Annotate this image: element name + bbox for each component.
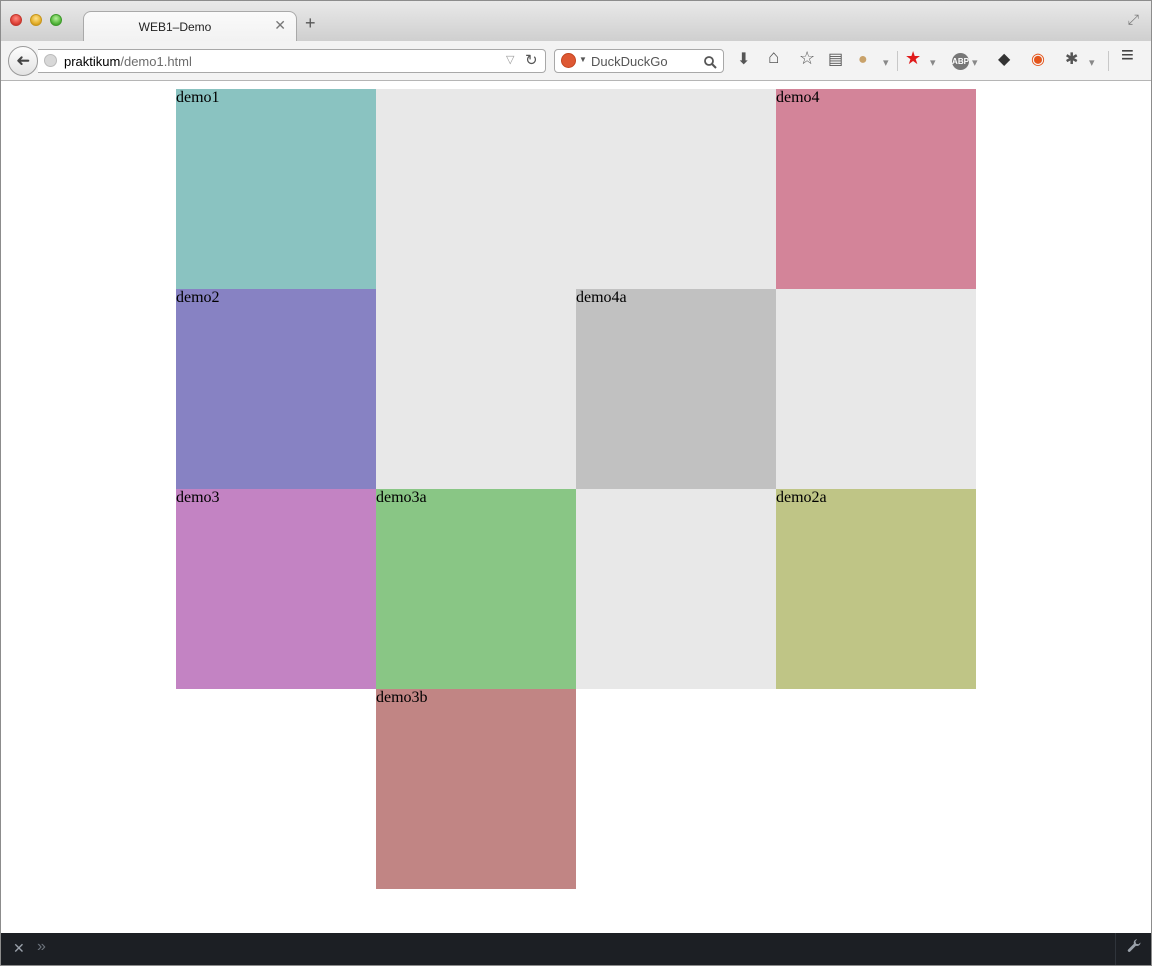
adblock-dropdown-icon[interactable]: ▾ [972,55,978,71]
reload-icon[interactable]: ↻ [525,51,538,69]
demo3-box: demo3 [176,489,376,689]
download-icon[interactable]: ⬇ [737,52,750,68]
developer-toolbar: ✕ » [1,933,1151,965]
tab-web1-demo[interactable]: WEB1–Demo ✕ [83,11,297,41]
search-magnifier-icon[interactable] [704,52,717,72]
url-bar[interactable]: praktikum/demo1.html ▽ ↻ [38,49,546,73]
greasemonkey-icon[interactable]: ● [858,52,868,68]
demo2a-box: demo2a [776,489,976,689]
new-tab-button[interactable]: + [305,14,316,32]
demo1-label: demo1 [176,89,220,106]
close-window-button[interactable] [10,14,22,26]
privacy-badger-icon[interactable]: ◉ [1031,52,1045,68]
tab-title: WEB1–Demo [138,20,212,34]
devbar-prompt-chevron-icon[interactable]: » [37,938,46,956]
toolbar-divider [897,51,898,71]
firebug-icon[interactable]: ✱ [1065,52,1078,68]
zoom-window-button[interactable] [50,14,62,26]
demo4-label: demo4 [776,89,820,106]
bookmark-star-icon[interactable]: ☆ [799,49,815,67]
site-identity-icon[interactable] [44,54,57,67]
back-button[interactable]: ➜ [8,46,38,76]
demo3b-label: demo3b [376,689,428,706]
duckduckgo-icon[interactable] [561,53,576,68]
devbar-divider [1115,933,1116,965]
toolbar-divider [1108,51,1109,71]
minimize-window-button[interactable] [30,14,42,26]
demo2-label: demo2 [176,289,220,306]
reading-list-icon[interactable]: ▤ [828,52,843,68]
url-host: praktikum [64,54,121,69]
browser-window: WEB1–Demo ✕ + ⤢ ➜ praktikum/demo1.html ▽… [0,0,1152,966]
fullscreen-icon[interactable]: ⤢ [1128,11,1139,28]
demo1-box: demo1 [176,89,376,289]
demo3a-box: demo3a [376,489,576,689]
demo3a-label: demo3a [376,489,427,506]
search-input[interactable]: DuckDuckGo [591,54,668,69]
red-star-icon[interactable]: ★ [905,49,921,67]
url-history-dropdown-icon[interactable]: ▽ [506,53,514,66]
demo2a-label: demo2a [776,489,827,506]
demo3b-box: demo3b [376,689,576,889]
url-text[interactable]: praktikum/demo1.html [64,54,192,69]
tab-close-icon[interactable]: ✕ [274,17,286,34]
adblock-plus-icon[interactable]: ABP [952,53,969,70]
search-bar[interactable]: ▼ DuckDuckGo [554,49,724,73]
url-path: /demo1.html [120,54,192,69]
diamond-icon[interactable]: ◆ [998,52,1010,68]
greasemonkey-dropdown-icon[interactable]: ▾ [883,55,889,71]
demo4a-label: demo4a [576,289,627,306]
demo2-box: demo2 [176,289,376,489]
demo4-box: demo4 [776,89,976,289]
red-star-dropdown-icon[interactable]: ▾ [930,55,936,71]
wrench-icon[interactable] [1127,939,1142,958]
demo4a-box: demo4a [576,289,776,489]
firebug-dropdown-icon[interactable]: ▾ [1089,55,1095,71]
close-devbar-icon[interactable]: ✕ [13,940,25,957]
hamburger-menu-icon[interactable]: ≡ [1121,44,1134,66]
home-icon[interactable]: ⌂ [768,48,779,67]
tab-strip: WEB1–Demo ✕ + ⤢ [1,1,1151,41]
back-arrow-icon: ➜ [15,51,31,70]
demo3-label: demo3 [176,489,220,506]
navigation-toolbar: ➜ praktikum/demo1.html ▽ ↻ ▼ DuckDuckGo … [1,41,1151,81]
search-engine-dropdown-icon[interactable]: ▼ [579,55,587,64]
page-content: demo1 demo4 demo2 demo4a demo3 demo3a de… [1,81,1151,933]
